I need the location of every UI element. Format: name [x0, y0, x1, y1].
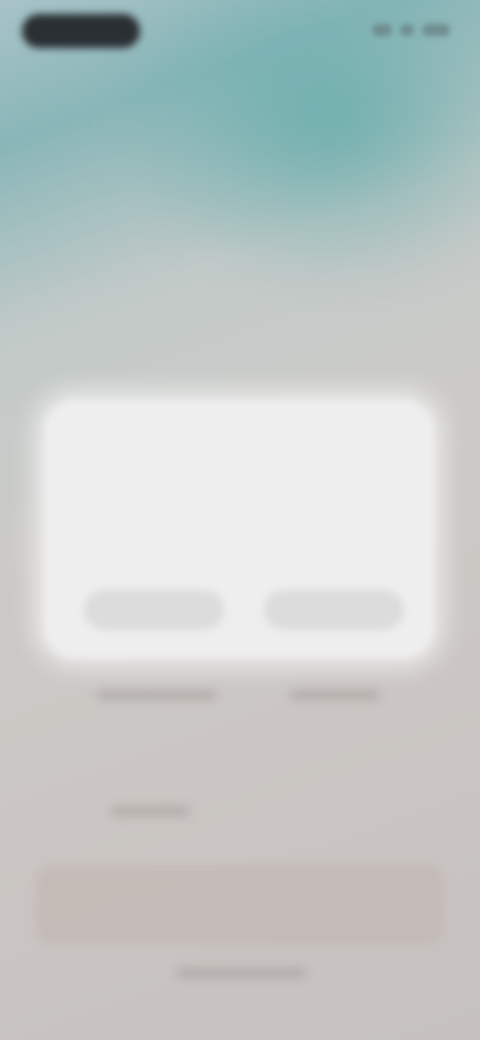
app-screen — [0, 0, 480, 1040]
status-icons — [372, 24, 450, 36]
dialog-secondary-button[interactable] — [84, 590, 224, 630]
background-primary-button — [36, 866, 444, 944]
status-bar — [0, 0, 480, 64]
battery-icon — [422, 24, 450, 36]
background-text-line — [96, 690, 216, 700]
signal-icon — [372, 24, 392, 36]
alert-dialog — [44, 400, 434, 658]
background-text-line — [176, 968, 306, 978]
dialog-primary-button[interactable] — [264, 590, 404, 630]
background-text-line — [110, 806, 190, 816]
wifi-icon — [400, 24, 414, 36]
status-pill — [22, 14, 140, 48]
background-text-line — [290, 690, 380, 700]
